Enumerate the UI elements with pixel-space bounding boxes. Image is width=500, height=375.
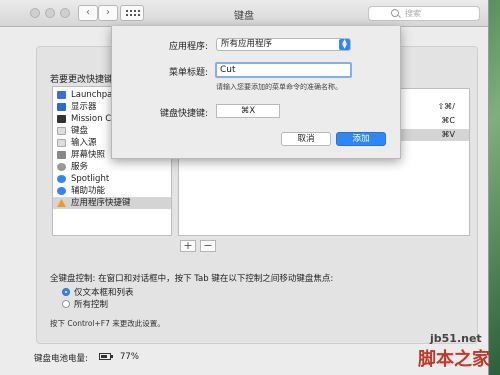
add-button[interactable]: 添加	[336, 132, 386, 146]
shortcut-field[interactable]: ⌘X	[216, 104, 280, 118]
menu-title-field[interactable]: Cut	[215, 62, 352, 78]
menu-title-label: 菜单标题:	[168, 68, 208, 78]
category-item-app-shortcuts[interactable]: 应用程序快捷键	[53, 197, 171, 209]
control-f7-hint: 按下 Control+F7 来更改此设置。	[50, 319, 165, 328]
watermark-url: jb51.net	[430, 332, 482, 345]
category-label: 应用程序快捷键	[71, 198, 131, 208]
battery-fill	[101, 355, 107, 358]
category-item-services[interactable]: 服务	[53, 161, 171, 173]
accessibility-icon	[57, 187, 66, 195]
screenshot-icon	[57, 151, 66, 159]
category-label: Spotlight	[71, 174, 110, 184]
shortcut-label: 键盘快捷键:	[159, 109, 208, 119]
radio-label: 所有控制	[74, 300, 109, 310]
launchpad-icon	[57, 91, 66, 99]
app-shortcuts-icon	[57, 199, 66, 207]
cancel-button[interactable]: 取消	[281, 132, 331, 146]
radio-text-boxes-and-lists[interactable]	[62, 288, 70, 296]
category-label: 辅助功能	[71, 186, 106, 196]
popup-arrows-icon: ▲ ▼	[339, 39, 350, 50]
list-header: 若要更改快捷键	[50, 75, 114, 85]
battery-label: 键盘电池电量:	[34, 354, 88, 364]
battery-value: 77%	[120, 352, 139, 362]
remove-shortcut-button[interactable]: −	[200, 240, 216, 252]
title-bar: ‹ › 键盘 搜索	[0, 0, 488, 27]
add-shortcut-dialog: 应用程序: 所有应用程序 ▲ ▼ 菜单标题: Cut 请输入您要添加的菜单命令的准…	[111, 26, 401, 159]
services-icon	[57, 163, 66, 171]
application-popup[interactable]: 所有应用程序 ▲ ▼	[216, 38, 351, 51]
radio-label: 仅文本框和列表	[74, 288, 134, 298]
category-item-spotlight[interactable]: Spotlight	[53, 173, 171, 185]
category-item-accessibility[interactable]: 辅助功能	[53, 185, 171, 197]
radio-all-controls[interactable]	[62, 300, 70, 308]
input-source-icon	[57, 139, 66, 147]
search-field[interactable]: 搜索	[368, 6, 480, 21]
keyboard-control-label: 全键盘控制: 在窗口和对话框中，按下 Tab 键在以下控制之间移动键盘焦点:	[50, 274, 334, 284]
app-label: 应用程序:	[168, 42, 208, 52]
application-value: 所有应用程序	[221, 39, 273, 49]
battery-icon	[99, 353, 113, 360]
category-label: 服务	[71, 162, 89, 172]
watermark-logo: 脚本之家	[418, 349, 490, 370]
keyboard-icon	[57, 127, 66, 135]
menu-title-hint: 请输入您要添加的菜单命令的准确名称。	[216, 83, 342, 91]
search-placeholder: 搜索	[405, 9, 421, 18]
shortcut-key: ⇧⌘/	[437, 102, 455, 111]
shortcut-key: ⌘V	[441, 130, 455, 139]
mission-control-icon	[57, 115, 66, 123]
shortcut-key: ⌘C	[441, 116, 455, 125]
add-shortcut-button[interactable]: +	[180, 240, 196, 252]
search-icon	[391, 9, 399, 17]
spotlight-icon	[57, 175, 66, 183]
preferences-window: ‹ › 键盘 搜索 若要更改快捷键 Launchpad 显示器 Mission …	[0, 0, 489, 375]
display-icon	[57, 103, 66, 111]
